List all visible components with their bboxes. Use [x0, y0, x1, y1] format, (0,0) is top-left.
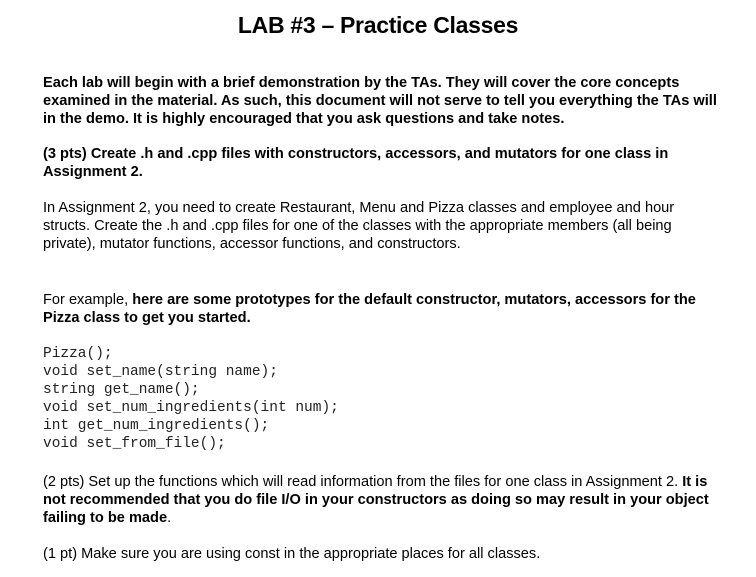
task2-end: . [167, 510, 172, 526]
example-prefix: For example, [43, 292, 133, 308]
code-line: string get_name(); [43, 382, 200, 398]
task2-paragraph: (2 pts) Set up the functions which will … [43, 473, 723, 527]
task3-paragraph: (1 pt) Make sure you are using const in … [43, 546, 541, 562]
task1-body: In Assignment 2, you need to create Rest… [43, 200, 675, 252]
code-line: void set_num_ingredients(int num); [43, 400, 339, 416]
task2-normal: (2 pts) Set up the functions which will … [43, 474, 683, 490]
code-line: void set_name(string name); [43, 364, 278, 380]
task1-heading: (3 pts) Create .h and .cpp files with co… [43, 146, 669, 180]
code-block: Pizza(); void set_name(string name); str… [43, 345, 339, 453]
task1-example: For example, here are some prototypes fo… [43, 291, 723, 327]
example-bold: here are some prototypes for the default… [43, 292, 696, 326]
document-title: LAB #3 – Practice Classes [237, 12, 519, 38]
code-line: Pizza(); [43, 346, 113, 362]
code-line: int get_num_ingredients(); [43, 418, 270, 434]
code-line: void set_from_file(); [43, 436, 226, 452]
intro-paragraph: Each lab will begin with a brief demonst… [43, 75, 717, 127]
